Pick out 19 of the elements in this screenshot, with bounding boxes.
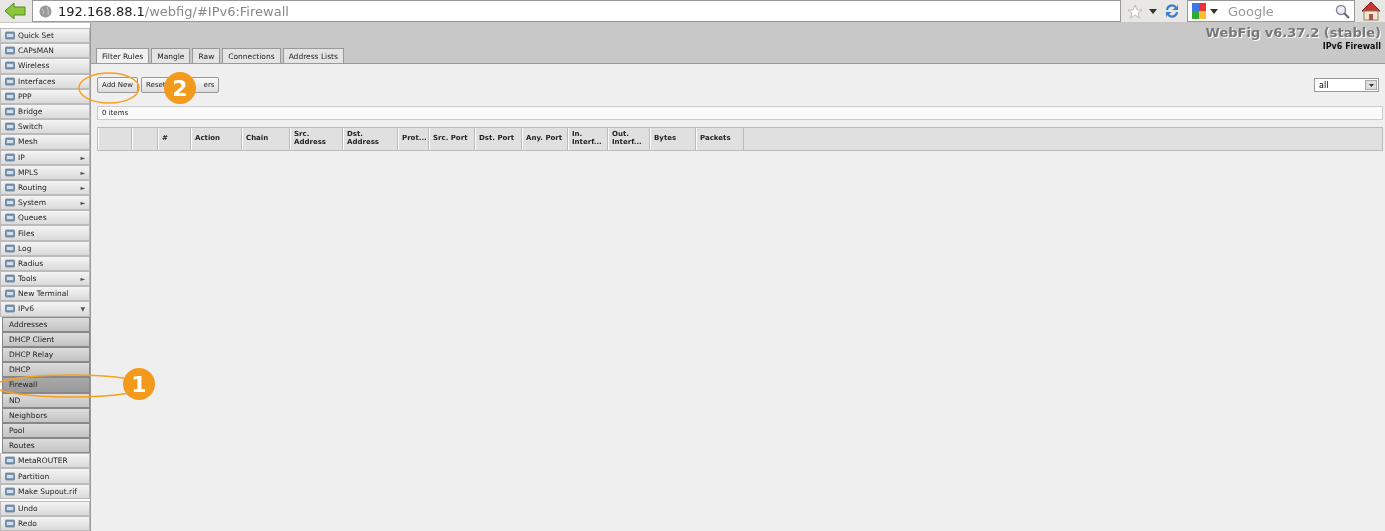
page-title: IPv6 Firewall	[1321, 41, 1382, 51]
search-placeholder: Google	[1227, 3, 1275, 19]
star-icon[interactable]	[1127, 3, 1143, 19]
dropdown-caret-icon[interactable]	[1210, 8, 1218, 14]
home-icon[interactable]	[1361, 1, 1381, 21]
dropdown-caret-icon[interactable]	[1149, 8, 1157, 14]
url-text: 192.168.88.1/webfig/#IPv6:Firewall	[58, 3, 289, 19]
app-title: WebFig v6.37.2 (stable)	[1204, 24, 1382, 40]
search-icon[interactable]	[1335, 3, 1350, 19]
address-field[interactable]: 192.168.88.1/webfig/#IPv6:Firewall	[32, 0, 1121, 22]
highlight-ellipse	[78, 72, 140, 104]
back-arrow-icon[interactable]	[4, 2, 26, 20]
filter-select[interactable]: all	[1314, 78, 1379, 92]
reload-icon[interactable]	[1163, 2, 1181, 20]
google-logo-icon	[1192, 3, 1206, 19]
column-header[interactable]	[98, 128, 132, 150]
caret-icon	[1368, 83, 1374, 87]
column-header[interactable]	[132, 128, 158, 150]
globe-icon	[39, 4, 52, 18]
